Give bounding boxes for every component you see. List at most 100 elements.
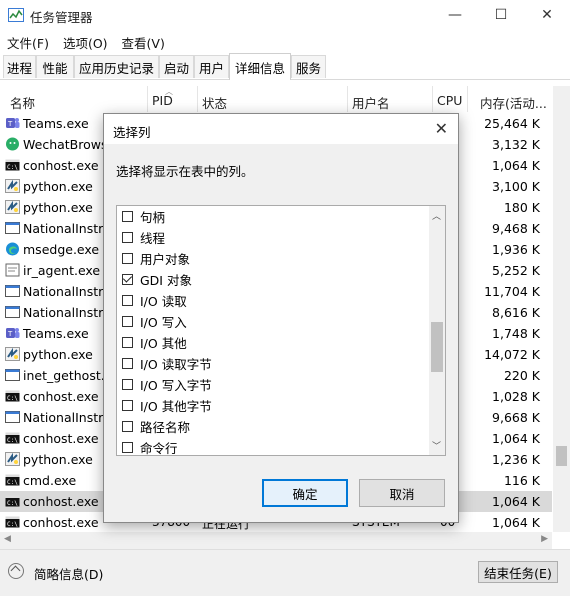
column-option[interactable]: I/O 读取字节 (122, 353, 212, 374)
scroll-down-icon[interactable]: ﹀ (432, 439, 441, 452)
column-option[interactable]: 句柄 (122, 206, 165, 227)
dialog-title: 选择列 (113, 125, 151, 140)
column-option[interactable]: I/O 写入字节 (122, 374, 212, 395)
svg-text:C:\: C:\ (7, 164, 18, 171)
checkbox[interactable] (122, 232, 133, 243)
column-divider[interactable] (432, 86, 433, 112)
column-status[interactable]: 状态 (202, 93, 227, 112)
vertical-scrollbar[interactable] (553, 86, 570, 532)
checkbox[interactable] (122, 211, 133, 222)
scroll-right-icon[interactable]: ▶ (541, 534, 548, 544)
tab-app-history[interactable]: 应用历史记录 (74, 55, 159, 78)
process-name: Teams.exe (23, 116, 89, 131)
svg-text:C:\: C:\ (7, 437, 18, 444)
maximize-button[interactable]: ☐ (478, 0, 524, 30)
column-name[interactable]: 名称 (10, 93, 35, 112)
scroll-left-icon[interactable]: ◀ (4, 534, 11, 544)
tab-users[interactable]: 用户 (194, 55, 229, 78)
menu-options[interactable]: 选项(O) (56, 30, 115, 52)
select-columns-dialog: 选择列 ✕ 选择将显示在表中的列。 句柄 线程 用户对象 GDI 对象 I/O 读取 I/… (103, 113, 459, 523)
process-name: NationalInstru (23, 410, 112, 425)
column-option[interactable]: 命令行 (122, 437, 178, 456)
menu-view[interactable]: 查看(V) (115, 30, 172, 52)
process-name: conhost.exe (23, 494, 99, 509)
tab-details[interactable]: 详细信息 (229, 53, 291, 80)
column-user[interactable]: 用户名 (352, 93, 390, 112)
checklist-scrollbar[interactable]: ︿ ﹀ (429, 206, 445, 455)
tab-performance[interactable]: 性能 (36, 55, 74, 78)
checklist-scrollbar-thumb[interactable] (431, 322, 443, 372)
tab-startup[interactable]: 启动 (159, 55, 194, 78)
process-memory: 1,064 K (492, 431, 540, 446)
console-icon: C:\ (5, 158, 20, 172)
minimize-button[interactable]: — (432, 0, 478, 30)
scroll-up-icon[interactable]: ︿ (432, 209, 441, 222)
python-icon (5, 452, 20, 466)
process-memory: 3,132 K (492, 137, 540, 152)
process-memory: 1,936 K (492, 242, 540, 257)
process-name: python.exe (23, 200, 93, 215)
process-memory: 3,100 K (492, 179, 540, 194)
column-option[interactable]: GDI 对象 (122, 269, 192, 290)
column-option[interactable]: 线程 (122, 227, 165, 248)
column-option[interactable]: I/O 读取 (122, 290, 187, 311)
column-divider[interactable] (347, 86, 348, 112)
checkbox[interactable] (122, 421, 133, 432)
checkbox[interactable] (122, 442, 133, 453)
column-option-label: 用户对象 (140, 252, 191, 267)
column-checklist[interactable]: 句柄线程用户对象 GDI 对象 I/O 读取 I/O 写入 I/O 其他 I/O 读取字节… (116, 205, 446, 456)
python-icon (5, 179, 20, 193)
checkbox[interactable] (122, 400, 133, 411)
column-header: 名称 PID 状态 用户名 CPU 内存(活动... (0, 86, 552, 114)
ok-button[interactable]: 确定 (262, 479, 348, 507)
tab-services[interactable]: 服务 (291, 55, 326, 78)
checkbox[interactable] (122, 295, 133, 306)
teams-icon: T (5, 326, 20, 340)
fewer-details-link[interactable]: 简略信息(D) (34, 564, 103, 583)
dialog-title-bar: 选择列 ✕ (104, 114, 458, 144)
column-option-label: 命令行 (140, 441, 178, 456)
column-option[interactable]: 路径名称 (122, 416, 190, 437)
checkbox[interactable] (122, 358, 133, 369)
python-icon (5, 200, 20, 214)
column-option[interactable]: I/O 写入 (122, 311, 187, 332)
column-divider[interactable] (197, 86, 198, 112)
tab-processes[interactable]: 进程 (3, 55, 36, 78)
column-option-label: 线程 (140, 231, 166, 246)
window-title: 任务管理器 (30, 10, 93, 25)
column-divider[interactable] (147, 86, 148, 112)
process-name: cmd.exe (23, 473, 77, 488)
column-option[interactable]: I/O 其他 (122, 332, 187, 353)
menu-bar: 文件(F) 选项(O) 查看(V) (0, 30, 570, 52)
process-name: python.exe (23, 179, 93, 194)
window-app-icon (5, 410, 20, 424)
horizontal-scrollbar[interactable]: ◀ ▶ (0, 532, 552, 549)
column-cpu[interactable]: CPU (437, 93, 462, 108)
checkbox[interactable] (122, 253, 133, 264)
svg-text:T: T (7, 120, 13, 128)
checkbox[interactable] (122, 337, 133, 348)
column-option-label: I/O 其他 (140, 336, 187, 351)
column-option-label: I/O 写入字节 (140, 378, 212, 393)
end-task-button[interactable]: 结束任务(E) (478, 561, 558, 583)
checkbox[interactable] (122, 379, 133, 390)
column-option[interactable]: 用户对象 (122, 248, 190, 269)
checkbox-checked[interactable] (122, 274, 133, 285)
column-option[interactable]: I/O 其他字节 (122, 395, 212, 416)
column-option-label: I/O 其他字节 (140, 399, 212, 414)
dialog-instruction: 选择将显示在表中的列。 (116, 164, 254, 179)
menu-file[interactable]: 文件(F) (0, 30, 56, 52)
column-divider[interactable] (467, 86, 468, 112)
scrollbar-thumb[interactable] (556, 446, 567, 466)
checkbox[interactable] (122, 316, 133, 327)
column-memory[interactable]: 内存(活动... (480, 93, 547, 112)
console-icon: C:\ (5, 431, 20, 445)
close-button[interactable]: ✕ (524, 0, 570, 30)
svg-text:C:\: C:\ (7, 395, 18, 402)
window-app-icon (5, 305, 20, 319)
process-memory: 14,072 K (484, 347, 540, 362)
console-icon: C:\ (5, 494, 20, 508)
cancel-button[interactable]: 取消 (359, 479, 445, 507)
svg-text:T: T (7, 330, 13, 338)
close-icon[interactable]: ✕ (435, 119, 448, 138)
